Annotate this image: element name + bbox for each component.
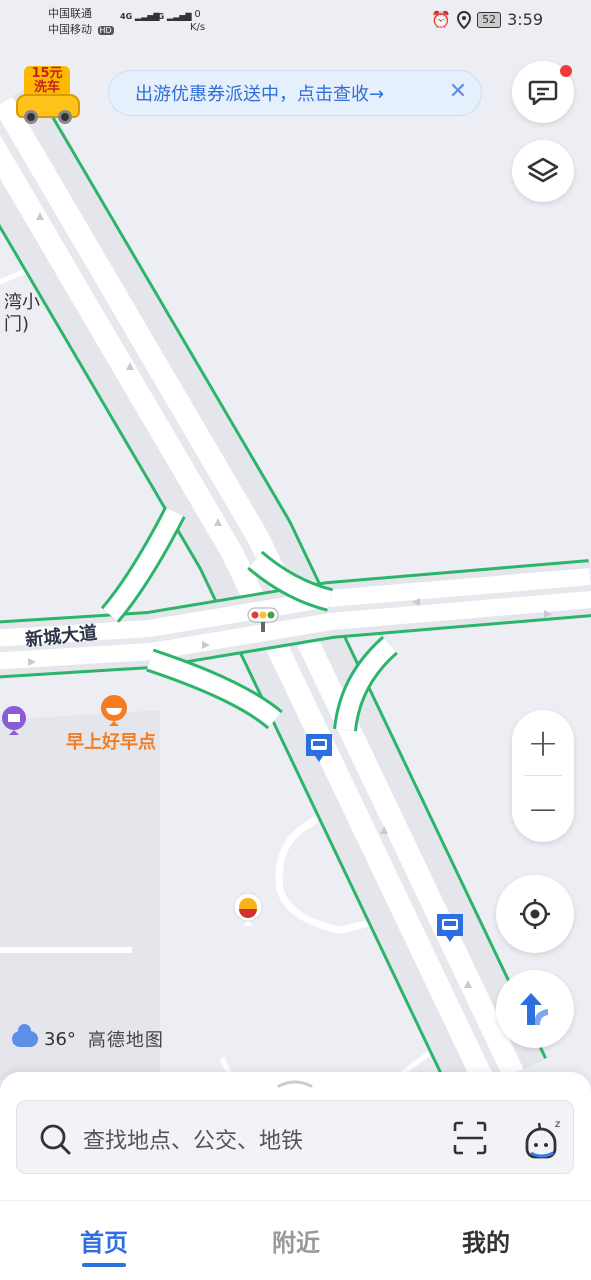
locate-icon (520, 899, 550, 929)
bottom-tab-bar: 首页 附近 我的 (0, 1200, 591, 1280)
notification-dot (560, 65, 572, 77)
zoom-in-button[interactable]: + (512, 710, 574, 776)
hd-badge: HD (97, 26, 114, 35)
message-button[interactable] (512, 61, 574, 123)
signal-icon: 4G ▂▃▅▇ (152, 12, 192, 21)
search-input[interactable]: 查找地点、公交、地铁 (83, 1123, 303, 1155)
scan-icon[interactable] (453, 1121, 487, 1155)
location-icon (457, 10, 472, 29)
temperature: 36° (44, 1028, 76, 1050)
bottom-sheet: 查找地点、公交、地铁 z 首页 附近 我的 (0, 1072, 591, 1280)
sheet-handle-icon[interactable] (275, 1078, 315, 1088)
voice-assistant-icon[interactable]: z (519, 1115, 565, 1161)
tab-active-indicator (82, 1263, 126, 1267)
coupon-banner-text: 出游优惠券派送中，点击查收→ (135, 84, 385, 105)
weather-widget[interactable]: 36° 高德地图 (12, 1024, 164, 1052)
message-icon (528, 80, 558, 105)
poi-breakfast-label[interactable]: 早上好早点 (66, 731, 156, 753)
status-bar: 中国联通 中国移动 HD 4G ▂▃▅▇ 4G ▂▃▅▇ 0 K/s ⏰ 52 3… (0, 0, 591, 44)
alarm-icon: ⏰ (431, 10, 452, 29)
layers-icon (527, 157, 559, 183)
layers-button[interactable] (512, 140, 574, 202)
poi-partial-label-2: 门) (4, 314, 29, 335)
carrier-1: 中国联通 (48, 7, 92, 20)
coupon-banner[interactable]: 出游优惠券派送中，点击查收→ ✕ (108, 70, 482, 116)
carrier-2: 中国移动 (48, 23, 92, 36)
network-speed: 0 K/s (190, 9, 206, 33)
tab-nearby[interactable]: 附近 (236, 1223, 356, 1258)
poi-partial-label-1: 湾小 (4, 292, 40, 313)
clock: 3:59 (507, 10, 543, 29)
carwash-promo-icon[interactable]: 15元 洗车 (16, 66, 80, 124)
carrier-info: 中国联通 中国移动 HD (48, 6, 114, 39)
amap-logo: 高德地图 (87, 1030, 164, 1051)
zoom-out-button[interactable]: − (512, 776, 574, 842)
search-icon (40, 1124, 71, 1155)
zoom-control: + − (512, 710, 574, 842)
navigation-icon (520, 993, 548, 1025)
battery-icon: 52 (477, 11, 502, 28)
cloud-icon (12, 1024, 38, 1047)
navigation-button[interactable] (496, 970, 574, 1048)
search-bar[interactable]: 查找地点、公交、地铁 z (16, 1100, 574, 1174)
tab-mine[interactable]: 我的 (426, 1223, 546, 1258)
close-icon[interactable]: ✕ (445, 79, 471, 104)
svg-text:z: z (555, 1119, 560, 1130)
locate-button[interactable] (496, 875, 574, 953)
tab-home[interactable]: 首页 (44, 1223, 164, 1267)
